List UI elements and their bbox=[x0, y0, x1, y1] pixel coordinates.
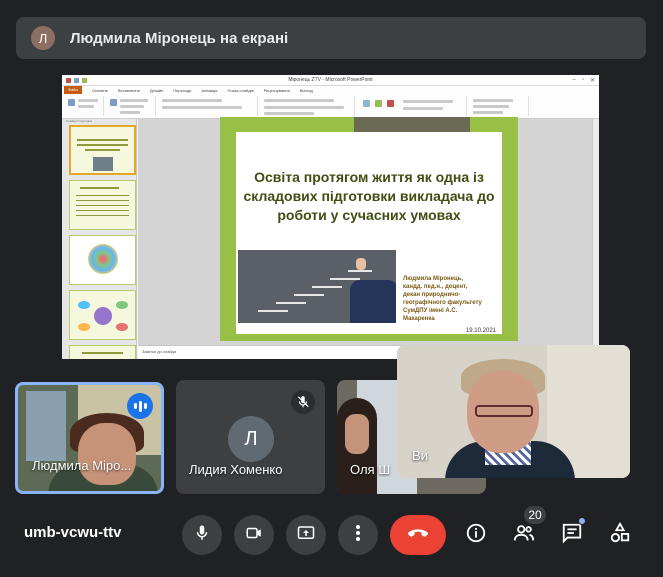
end-call-icon bbox=[407, 526, 429, 544]
ribbon-group-font bbox=[158, 96, 258, 116]
end-call-button[interactable] bbox=[390, 515, 446, 555]
mic-button[interactable] bbox=[182, 515, 222, 555]
ribbon-group-clipboard bbox=[64, 96, 104, 116]
self-view-tile[interactable]: Ви bbox=[397, 345, 630, 478]
ppt-menu-item: Вигляд bbox=[299, 87, 313, 93]
ppt-menu-item: Основне bbox=[91, 87, 108, 93]
quick-access-toolbar bbox=[66, 78, 87, 83]
mic-icon bbox=[193, 524, 211, 547]
stairs-photo bbox=[238, 250, 396, 323]
participant-tile[interactable]: Людмила Міро... bbox=[15, 382, 164, 494]
ppt-menu-bar: Файл Основне Вставлення Дизайн Переходи … bbox=[62, 86, 599, 94]
present-button[interactable] bbox=[286, 515, 326, 555]
participant-name: Людмила Міро... bbox=[32, 458, 132, 473]
slide-thumbnail[interactable]: 5 bbox=[69, 345, 136, 359]
participant-name: Оля Ш bbox=[350, 462, 391, 477]
slide-date: 19.10.2021 bbox=[465, 328, 496, 334]
current-slide: Освіта протягом життя як одна із складов… bbox=[220, 117, 518, 341]
ppt-menu-item: Анімація bbox=[201, 87, 218, 93]
meeting-code: umb-vcwu-ttv bbox=[24, 524, 122, 541]
slide-thumbnails-pane: Слайди Структура 1 2 3 4 5 bbox=[62, 119, 137, 359]
ppt-window-title: Міронець ZTV - Microsoft PowerPoint bbox=[288, 77, 373, 83]
ppt-ribbon bbox=[62, 94, 599, 119]
ppt-menu-item: Показ слайдів bbox=[227, 87, 254, 93]
camera-icon bbox=[245, 524, 263, 547]
slide-author: Людмила Міронець, кандд. пед.н., доцент,… bbox=[403, 276, 482, 322]
presenter-avatar: Л bbox=[31, 26, 55, 50]
slide-thumbnail[interactable]: 2 bbox=[69, 180, 136, 230]
slide-thumbnail[interactable]: 1 bbox=[69, 125, 136, 175]
ppt-menu-item: Дизайн bbox=[149, 87, 164, 93]
slide-thumbnail[interactable]: 3 bbox=[69, 235, 136, 285]
slide-title: Освіта протягом життя як одна із складов… bbox=[243, 169, 495, 223]
ribbon-group-drawing bbox=[357, 96, 467, 116]
info-icon bbox=[465, 522, 487, 549]
activities-icon bbox=[609, 521, 631, 549]
slide-thumbnail[interactable]: 4 bbox=[69, 290, 136, 340]
presenting-text: Людмила Міронець на екрані bbox=[70, 29, 289, 47]
participant-name: Лидия Хоменко bbox=[189, 462, 283, 477]
people-count-badge: 20 bbox=[524, 506, 546, 524]
slide-content: Освіта протягом життя як одна із складов… bbox=[236, 132, 502, 334]
meeting-info-button[interactable] bbox=[462, 521, 490, 549]
ribbon-group-editing bbox=[469, 96, 529, 116]
presenting-banner: Л Людмила Міронець на екрані bbox=[16, 17, 646, 59]
speaking-indicator-icon bbox=[127, 393, 153, 419]
ribbon-group-slides bbox=[106, 96, 156, 116]
participant-avatar: Л bbox=[228, 416, 274, 462]
chat-button[interactable] bbox=[558, 521, 586, 549]
ppt-menu-file: Файл bbox=[64, 86, 82, 94]
people-button[interactable] bbox=[510, 521, 538, 549]
camera-button[interactable] bbox=[234, 515, 274, 555]
ppt-title-bar: Міронець ZTV - Microsoft PowerPoint – ▫ ✕ bbox=[62, 75, 599, 86]
people-icon bbox=[512, 522, 536, 549]
ribbon-group-paragraph bbox=[260, 96, 355, 116]
chat-notification-dot bbox=[578, 517, 586, 525]
mic-off-icon bbox=[291, 390, 315, 414]
self-name: Ви bbox=[412, 448, 428, 463]
participant-tile[interactable]: Л Лидия Хоменко bbox=[176, 380, 325, 494]
present-screen-icon bbox=[296, 524, 316, 547]
chat-icon bbox=[561, 522, 583, 549]
activities-button[interactable] bbox=[606, 521, 634, 549]
vertical-scrollbar[interactable] bbox=[592, 119, 599, 345]
window-controls: – ▫ ✕ bbox=[572, 77, 595, 84]
more-options-icon bbox=[355, 524, 361, 547]
more-options-button[interactable] bbox=[338, 515, 378, 555]
ppt-menu-item: Переходи bbox=[173, 87, 192, 93]
ppt-menu-item: Вставлення bbox=[117, 87, 140, 93]
ppt-menu-item: Рецензування bbox=[263, 87, 290, 93]
